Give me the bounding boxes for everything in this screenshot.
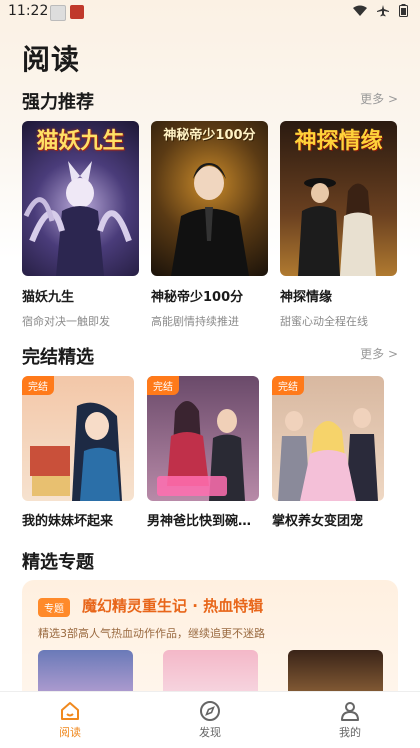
status-icons [353, 4, 408, 17]
page-title: 阅读 [22, 43, 81, 76]
nav-tab-discover[interactable]: 发现 [180, 700, 240, 740]
book-card[interactable]: 完结 我的妹妹坏起来 [22, 376, 134, 529]
home-icon [61, 702, 79, 720]
battery-icon [399, 4, 408, 17]
airplane-icon [377, 4, 389, 16]
nav-tab-reading[interactable]: 阅读 [40, 700, 100, 740]
finished-badge: 完结 [22, 376, 54, 395]
book-title: 猫妖九生 [22, 290, 75, 305]
status-time: 11:22 [8, 3, 49, 19]
book-subtitle: 甜蜜心动全程在线 [280, 315, 368, 328]
book-cover: 猫妖九生 [22, 121, 139, 276]
wifi-icon [353, 5, 367, 16]
section-title-topics: 精选专题 [22, 552, 94, 573]
finished-badge: 完结 [272, 376, 304, 395]
book-title: 男神爸比快到碗… [147, 514, 252, 529]
finished-badge: 完结 [147, 376, 179, 395]
topic-tag: 专题 [38, 598, 70, 617]
nav-tab-mine[interactable]: 我的 [320, 700, 380, 740]
cover-illustration [171, 163, 249, 276]
nav-label: 发现 [199, 726, 221, 739]
finished-more-link[interactable]: 更多 > [360, 345, 398, 362]
notification-app-icon [50, 5, 66, 21]
nav-label: 我的 [339, 726, 361, 739]
book-card[interactable]: 神探情缘 神探情缘 甜蜜心动全程在线 [280, 121, 397, 329]
book-cover: 完结 [272, 376, 384, 501]
book-title: 我的妹妹坏起来 [22, 514, 114, 529]
book-title: 掌权养女变团宠 [272, 514, 364, 529]
cover-illustration [23, 161, 132, 276]
section-title-finished: 完结精选 [22, 347, 94, 368]
book-title: 神探情缘 [280, 290, 333, 305]
status-bar: 11:22 [0, 0, 420, 24]
nav-label: 阅读 [59, 726, 81, 739]
compass-icon [200, 701, 220, 721]
cover-illustration [298, 178, 376, 276]
book-card[interactable]: 猫妖九生 猫妖九生 宿命对决一触即发 [22, 121, 139, 329]
person-icon [341, 702, 359, 721]
book-title: 神秘帝少100分 [151, 290, 244, 305]
book-cover: 神探情缘 [280, 121, 397, 276]
section-title-recommend: 强力推荐 [22, 92, 94, 113]
recommend-more-link[interactable]: 更多 > [360, 90, 398, 107]
book-cover: 完结 [147, 376, 259, 501]
book-card[interactable]: 完结 掌权养女变团宠 [272, 376, 384, 529]
bottom-nav: 阅读 发现 我的 [0, 691, 420, 748]
notification-app-icon-2 [70, 5, 84, 19]
topic-description: 精选3部高人气热血动作作品，继续追更不迷路 [38, 627, 265, 640]
book-card[interactable]: 神秘帝少100分 神秘帝少100分 高能剧情持续推进 [151, 121, 268, 329]
book-subtitle: 高能剧情持续推进 [151, 315, 239, 328]
book-cover: 完结 [22, 376, 134, 501]
book-cover: 神秘帝少100分 [151, 121, 268, 276]
topic-title: 魔幻精灵重生记 · 热血特辑 [82, 597, 264, 615]
book-card[interactable]: 完结 男神爸比快到碗… [147, 376, 259, 529]
book-subtitle: 宿命对决一触即发 [22, 315, 110, 328]
